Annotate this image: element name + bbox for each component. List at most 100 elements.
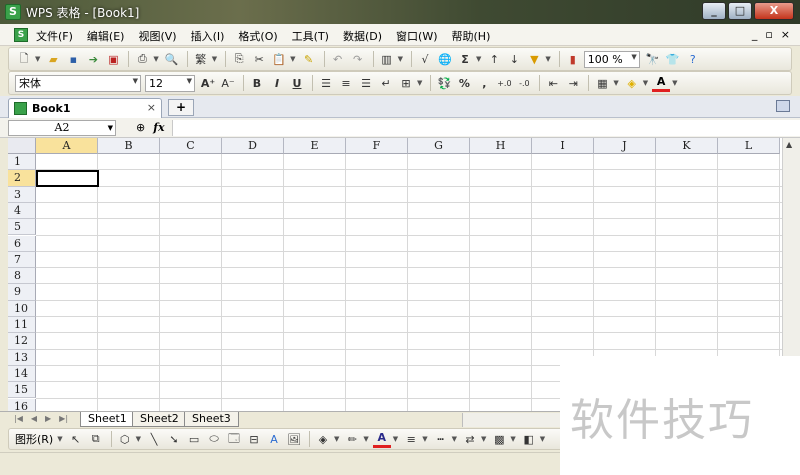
column-header[interactable]: C [160, 138, 222, 154]
menu-insert[interactable]: 插入(I) [191, 28, 225, 44]
menu-data[interactable]: 数据(D) [343, 28, 382, 44]
font-size-combo[interactable]: 12 ▼ [145, 74, 195, 92]
first-sheet-icon[interactable]: |◀ [14, 414, 23, 423]
active-cell[interactable] [36, 170, 99, 187]
row-column-icon[interactable]: ▥ [378, 50, 396, 68]
name-box[interactable]: A2 ▼ [8, 120, 116, 136]
arrow-style-icon[interactable]: ⇄ [461, 430, 479, 448]
sheet-tab[interactable]: Sheet3 [184, 412, 239, 427]
column-header[interactable]: B [98, 138, 160, 154]
wordart-icon[interactable]: A [265, 430, 283, 448]
autofilter-icon[interactable]: ▼ [525, 50, 543, 68]
shadow-icon[interactable]: ▩ [490, 430, 508, 448]
menu-window[interactable]: 窗口(W) [396, 28, 437, 44]
select-objects-icon[interactable]: ⧉ [87, 430, 105, 448]
menu-file[interactable]: 文件(F) [36, 28, 73, 44]
ellipse-icon[interactable]: ⬭ [205, 430, 223, 448]
row-header[interactable]: 8 [8, 268, 36, 285]
minimize-button[interactable]: _ [702, 2, 726, 20]
doc-close-button[interactable]: × [781, 28, 790, 41]
autosum-icon[interactable]: Σ [456, 50, 474, 68]
column-header[interactable]: I [532, 138, 594, 154]
cut-icon[interactable]: ✂ [250, 50, 268, 68]
currency-icon[interactable]: 💱 [435, 74, 453, 92]
row-header[interactable]: 10 [8, 300, 36, 317]
row-header[interactable]: 11 [8, 317, 36, 334]
print-preview-icon[interactable]: 🔍 [163, 50, 181, 68]
zoom-combo[interactable]: 100 % ▼ [583, 50, 640, 68]
font-name-combo[interactable]: 宋体 ▼ [15, 74, 141, 92]
increase-indent-icon[interactable]: ⇥ [564, 74, 582, 92]
line-style-icon[interactable]: ≡ [402, 430, 420, 448]
menu-help[interactable]: 帮助(H) [452, 28, 491, 44]
zoom-icon[interactable]: ⊕ [136, 121, 145, 134]
fill-color-icon[interactable]: ◈ [623, 74, 641, 92]
column-header[interactable]: E [284, 138, 346, 154]
row-header[interactable]: 7 [8, 251, 36, 269]
column-header[interactable]: H [470, 138, 532, 154]
row-header[interactable]: 6 [8, 235, 36, 252]
formula-input[interactable] [172, 120, 800, 136]
row-header[interactable]: 1 [8, 154, 36, 171]
menu-edit[interactable]: 编辑(E) [87, 28, 125, 44]
align-center-icon[interactable]: ≡ [337, 74, 355, 92]
decrease-decimal-icon[interactable]: -.0 [515, 74, 533, 92]
wrap-text-icon[interactable]: ↵ [377, 74, 395, 92]
menu-format[interactable]: 格式(O) [238, 28, 277, 44]
close-button[interactable]: X [754, 2, 794, 20]
picture-icon[interactable]: 🖼 [285, 430, 303, 448]
insert-function-icon[interactable]: √ [416, 50, 434, 68]
sort-descending-icon[interactable]: ↓ [505, 50, 523, 68]
column-header[interactable]: A [36, 138, 98, 154]
insert-function-button[interactable]: fx [153, 121, 164, 134]
decrease-indent-icon[interactable]: ⇤ [544, 74, 562, 92]
select-all-corner[interactable] [8, 138, 36, 154]
copy-icon[interactable]: ⎘ [230, 50, 248, 68]
row-header[interactable]: 14 [8, 365, 36, 383]
format-painter-icon[interactable]: ✎ [300, 50, 318, 68]
skin-icon[interactable]: 👕 [664, 50, 682, 68]
maximize-button[interactable]: □ [728, 2, 752, 20]
hyperlink-icon[interactable]: 🌐 [436, 50, 454, 68]
column-header[interactable]: F [346, 138, 408, 154]
increase-font-icon[interactable]: A⁺ [199, 74, 217, 92]
save-icon[interactable]: ▪ [64, 50, 82, 68]
merge-center-icon[interactable]: ⊞ [397, 74, 415, 92]
comma-button[interactable]: , [475, 74, 493, 92]
traditional-chinese-icon[interactable]: 繁 [192, 50, 210, 68]
row-header[interactable]: 12 [8, 333, 36, 350]
align-right-icon[interactable]: ☰ [357, 74, 375, 92]
row-header[interactable]: 4 [8, 202, 36, 220]
3d-icon[interactable]: ◧ [520, 430, 538, 448]
menu-tools[interactable]: 工具(T) [292, 28, 329, 44]
rectangle-icon[interactable]: ▭ [185, 430, 203, 448]
row-header[interactable]: 2 [8, 170, 36, 187]
chart-icon[interactable]: ▮ [564, 50, 582, 68]
row-header[interactable]: 5 [8, 219, 36, 236]
draw-menu-button[interactable]: 图形(R) [15, 431, 53, 447]
find-icon[interactable]: 🔭 [644, 50, 662, 68]
borders-icon[interactable]: ▦ [593, 74, 611, 92]
new-tab-button[interactable]: + [168, 99, 194, 116]
prev-sheet-icon[interactable]: ◀ [31, 414, 37, 423]
autoshapes-icon[interactable]: ⬡ [116, 430, 134, 448]
bold-button[interactable]: B [248, 74, 266, 92]
fill-bucket-icon[interactable]: ◈ [314, 430, 332, 448]
document-icon[interactable]: S [14, 28, 28, 42]
task-pane-icon[interactable] [776, 100, 790, 112]
arrow-icon[interactable]: ➘ [165, 430, 183, 448]
help-icon[interactable]: ? [684, 50, 702, 68]
row-header[interactable]: 13 [8, 349, 36, 366]
font-color-button[interactable]: A [652, 74, 671, 92]
undo-icon[interactable]: ↶ [329, 50, 347, 68]
line-color-icon[interactable]: ✏ [343, 430, 361, 448]
increase-decimal-icon[interactable]: +.0 [495, 74, 513, 92]
tab-book1[interactable]: Book1 × [8, 98, 162, 118]
row-header[interactable]: 16 [8, 398, 36, 411]
export-icon[interactable]: ➔ [84, 50, 102, 68]
close-tab-icon[interactable]: × [147, 101, 156, 114]
new-icon[interactable]: 🗋 [15, 50, 33, 68]
underline-button[interactable]: U [288, 74, 306, 92]
column-header[interactable]: K [656, 138, 718, 154]
vertical-textbox-icon[interactable]: ⊟ [245, 430, 263, 448]
